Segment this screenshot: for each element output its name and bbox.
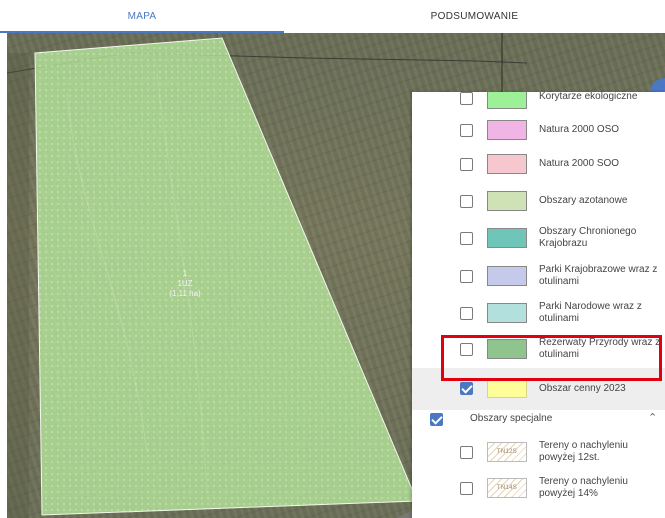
layer-checkbox[interactable] — [460, 124, 473, 137]
layer-color-swatch — [487, 228, 527, 248]
layer-pattern-swatch: TN12S — [487, 442, 527, 462]
layer-color-swatch — [487, 120, 527, 140]
tab-mapa[interactable]: MAPA — [0, 0, 284, 33]
group-obszary-specjalne[interactable]: Obszary specjalne ⌃ — [412, 408, 665, 430]
group-checkbox-checked[interactable] — [430, 413, 443, 426]
parcel-label: 1 1UZ (1,11 ha) — [155, 269, 215, 299]
legend-item-parki-krajobrazowe[interactable]: Parki Krajobrazowe wraz z otulinami — [412, 258, 665, 294]
legend-item-parki-narodowe[interactable]: Parki Narodowe wraz z otulinami — [412, 295, 665, 331]
legend-item-label: Natura 2000 OSO — [539, 124, 620, 135]
legend-item-label: Obszary Chronionego Krajobrazu — [539, 226, 637, 249]
tab-podsumowanie[interactable]: PODSUMOWANIE — [284, 0, 665, 33]
legend-item-korytarze-ekologiczne[interactable]: Korytarze ekologiczne — [412, 92, 665, 109]
legend-item-label: Tereny o nachyleniu powyżej 12st. — [539, 440, 628, 463]
group-label: Obszary specjalne — [470, 413, 553, 424]
field-edge — [7, 53, 29, 518]
layer-checkbox[interactable] — [460, 307, 473, 320]
layer-legend-panel: Korytarze ekologiczne Natura 2000 OSO Na… — [412, 92, 665, 518]
parcel-pattern — [35, 38, 417, 515]
layer-checkbox[interactable] — [460, 158, 473, 171]
layer-color-swatch — [487, 378, 527, 398]
layer-checkbox[interactable] — [460, 232, 473, 245]
legend-item-label: Parki Krajobrazowe wraz z otulinami — [539, 264, 658, 287]
parcel-label-line1: 1 — [182, 269, 188, 278]
layer-color-swatch — [487, 191, 527, 211]
legend-item-natura-2000-soo[interactable]: Natura 2000 SOO — [412, 148, 665, 180]
layer-checkbox[interactable] — [460, 92, 473, 105]
legend-item-obszary-azotanowe[interactable]: Obszary azotanowe — [412, 184, 665, 218]
layer-checkbox[interactable] — [460, 482, 473, 495]
legend-item-label: Korytarze ekologiczne — [539, 92, 638, 102]
legend-item-label: Parki Narodowe wraz z otulinami — [539, 301, 642, 324]
layer-checkbox[interactable] — [460, 270, 473, 283]
parcel-label-line3: (1,11 ha) — [169, 289, 201, 298]
legend-item-label: Natura 2000 SOO — [539, 158, 620, 169]
layer-color-swatch — [487, 92, 527, 109]
legend-item-label: Tereny o nachyleniu powyżej 14% — [539, 476, 628, 499]
layer-color-swatch — [487, 303, 527, 323]
tab-mapa-label: MAPA — [127, 11, 157, 22]
legend-item-natura-2000-oso[interactable]: Natura 2000 OSO — [412, 114, 665, 146]
layer-checkbox[interactable] — [460, 446, 473, 459]
legend-item-tereny-14pct[interactable]: TN14S Tereny o nachyleniu powyżej 14% — [412, 470, 665, 506]
legend-item-label: Obszary azotanowe — [539, 195, 628, 206]
tab-podsumowanie-label: PODSUMOWANIE — [430, 11, 519, 22]
chevron-up-icon[interactable]: ⌃ — [648, 411, 657, 424]
layer-checkbox-checked[interactable] — [460, 382, 473, 395]
layer-color-swatch — [487, 266, 527, 286]
parcel-label-line2: 1UZ — [177, 279, 193, 288]
legend-item-tereny-12st[interactable]: TN12S Tereny o nachyleniu powyżej 12st. — [412, 434, 665, 470]
layer-pattern-swatch: TN14S — [487, 478, 527, 498]
layer-checkbox[interactable] — [460, 195, 473, 208]
legend-item-label: Obszar cenny 2023 — [539, 383, 626, 394]
tab-bar: MAPA PODSUMOWANIE — [0, 0, 665, 33]
legend-item-obszary-chronionego-krajobrazu[interactable]: Obszary Chronionego Krajobrazu — [412, 220, 665, 256]
layer-color-swatch — [487, 154, 527, 174]
highlight-box — [441, 335, 662, 381]
